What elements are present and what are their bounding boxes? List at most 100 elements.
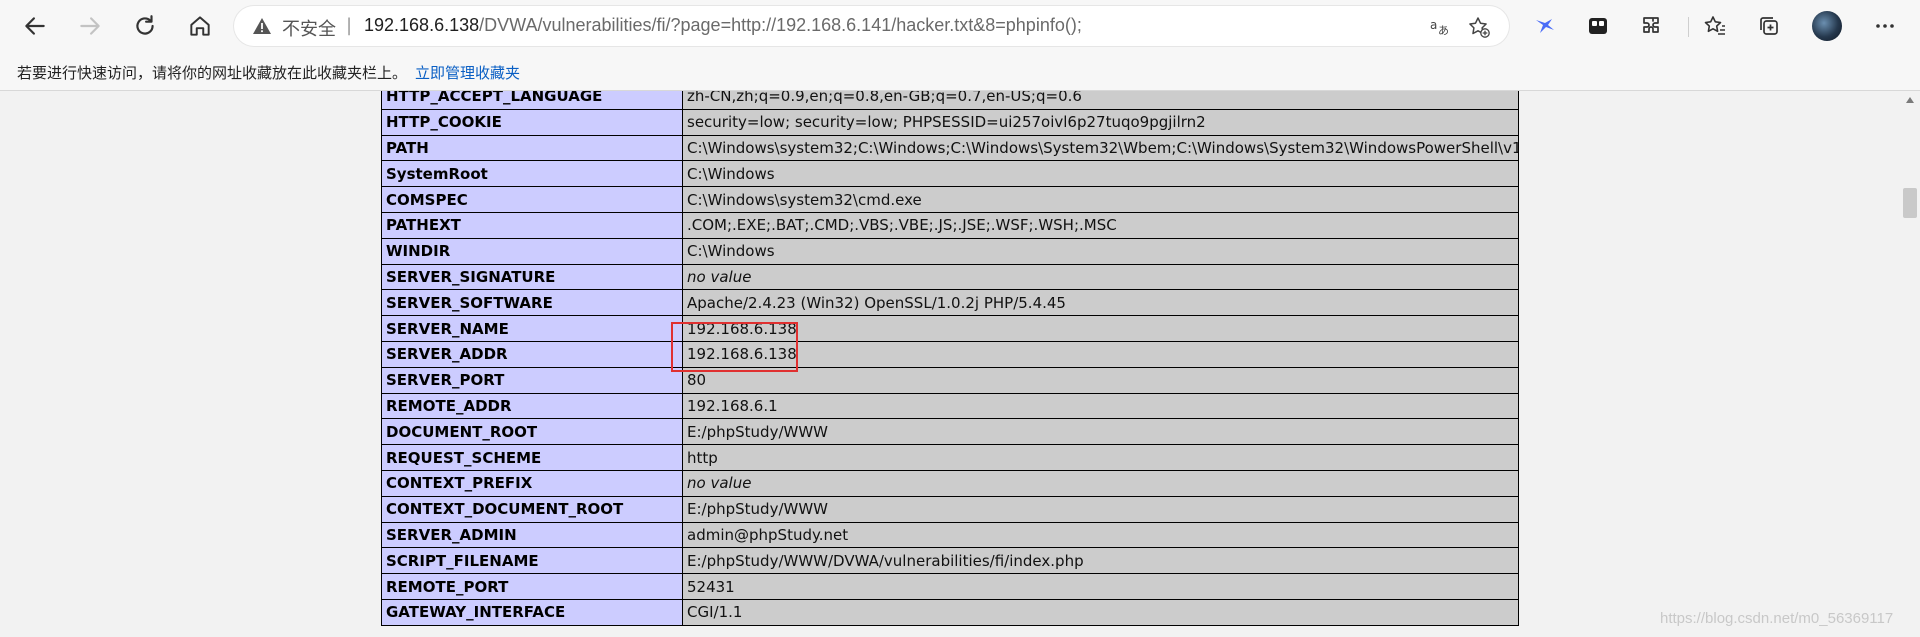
row-value: .COM;.EXE;.BAT;.CMD;.VBS;.VBE;.JS;.JSE;.…: [682, 211, 1519, 239]
row-key: SERVER_ADDR: [381, 340, 683, 368]
row-key: REMOTE_PORT: [381, 573, 683, 600]
table-row: CONTEXT_DOCUMENT_ROOT E:/phpStudy/WWW: [381, 495, 1519, 523]
extension-bird-icon: [1536, 19, 1554, 33]
row-value: 192.168.6.1: [682, 392, 1519, 420]
profile-avatar[interactable]: [1812, 11, 1842, 41]
row-value: E:/phpStudy/WWW: [682, 418, 1519, 446]
row-key: PATH: [381, 134, 683, 162]
back-button[interactable]: [17, 8, 53, 44]
table-row: COMSPEC C:\Windows\system32\cmd.exe: [381, 186, 1519, 213]
row-key: GATEWAY_INTERFACE: [381, 598, 683, 626]
forward-icon: [80, 17, 100, 35]
table-row: SERVER_SIGNATURE no value: [381, 263, 1519, 291]
row-key: CONTEXT_DOCUMENT_ROOT: [381, 495, 683, 523]
row-value: CGI/1.1: [682, 598, 1519, 626]
read-aloud-icon[interactable]: aあ: [1429, 16, 1451, 38]
row-key: SERVER_ADMIN: [381, 521, 683, 549]
row-value: 192.168.6.138: [682, 340, 1519, 368]
row-key: PATHEXT: [381, 211, 683, 239]
row-key: SERVER_NAME: [381, 315, 683, 342]
table-row: REMOTE_PORT 52431: [381, 573, 1519, 600]
table-row: WINDIR C:\Windows: [381, 237, 1519, 265]
row-key: SERVER_SOFTWARE: [381, 289, 683, 317]
address-separator: |: [346, 15, 353, 36]
row-key: HTTP_ACCEPT_LANGUAGE: [381, 91, 683, 110]
row-value: 192.168.6.138: [682, 315, 1519, 342]
home-icon: [190, 16, 210, 36]
row-value: admin@phpStudy.net: [682, 521, 1519, 549]
toolbar-divider: [1688, 17, 1689, 37]
vertical-scrollbar[interactable]: [1900, 91, 1920, 637]
row-key: COMSPEC: [381, 186, 683, 213]
row-value: C:\Windows\system32;C:\Windows;C:\Window…: [682, 134, 1519, 162]
extension-bird-button[interactable]: [1530, 11, 1560, 41]
row-value: zh-CN,zh;q=0.9,en;q=0.8,en-GB;q=0.7,en-U…: [682, 91, 1519, 110]
row-key: SystemRoot: [381, 160, 683, 188]
table-row: PATH C:\Windows\system32;C:\Windows;C:\Wi…: [381, 134, 1519, 162]
forward-button[interactable]: [72, 8, 108, 44]
table-row: HTTP_ACCEPT_LANGUAGE zh-CN,zh;q=0.9,en;q=…: [381, 91, 1519, 110]
url-text[interactable]: 192.168.6.138/DVWA/vulnerabilities/fi/?p…: [364, 15, 1082, 36]
extension-tab-icon: [1589, 18, 1607, 34]
table-row: GATEWAY_INTERFACE CGI/1.1: [381, 598, 1519, 626]
table-row: SERVER_SOFTWARE Apache/2.4.23 (Win32) Ope…: [381, 289, 1519, 317]
table-row: SystemRoot C:\Windows: [381, 160, 1519, 188]
collections-button[interactable]: [1754, 11, 1784, 41]
favorites-bar-message: 若要进行快速访问，请将你的网址收藏放在此收藏夹栏上。: [17, 64, 408, 82]
table-row: SERVER_PORT 80: [381, 366, 1519, 394]
add-favorite-icon[interactable]: [1467, 15, 1491, 39]
manage-favorites-link[interactable]: 立即管理收藏夹: [415, 62, 520, 83]
row-value: E:/phpStudy/WWW/DVWA/vulnerabilities/fi/…: [682, 547, 1519, 575]
row-key: REMOTE_ADDR: [381, 392, 683, 420]
scrollbar-thumb[interactable]: [1903, 188, 1917, 218]
row-key: HTTP_COOKIE: [381, 108, 683, 136]
row-key: CONTEXT_PREFIX: [381, 469, 683, 497]
table-row: SERVER_ADMIN admin@phpStudy.net: [381, 521, 1519, 549]
table-row: REQUEST_SCHEME http: [381, 444, 1519, 471]
row-value: C:\Windows: [682, 160, 1519, 188]
row-key: DOCUMENT_ROOT: [381, 418, 683, 446]
row-value: 80: [682, 366, 1519, 394]
svg-text:a: a: [1430, 18, 1437, 32]
watermark: https://blog.csdn.net/m0_56369117: [1660, 610, 1894, 627]
row-value: security=low; security=low; PHPSESSID=ui…: [682, 108, 1519, 136]
table-row: HTTP_COOKIE security=low; security=low; P…: [381, 108, 1519, 136]
row-value: no value: [682, 263, 1519, 291]
address-bar[interactable]: 不安全 | 192.168.6.138/DVWA/vulnerabilities…: [234, 6, 1509, 46]
table-row: SCRIPT_FILENAME E:/phpStudy/WWW/DVWA/vuln…: [381, 547, 1519, 575]
favorites-button[interactable]: [1700, 11, 1730, 41]
extensions-icon: [1643, 17, 1659, 33]
table-row: SERVER_ADDR 192.168.6.138: [381, 340, 1519, 368]
row-value: E:/phpStudy/WWW: [682, 495, 1519, 523]
refresh-icon: [136, 15, 154, 35]
favorites-icon: [1704, 16, 1725, 35]
table-row: PATHEXT .COM;.EXE;.BAT;.CMD;.VBS;.VBE;.JS…: [381, 211, 1519, 239]
browser-toolbar: 不安全 | 192.168.6.138/DVWA/vulnerabilities…: [0, 0, 1920, 53]
row-key: WINDIR: [381, 237, 683, 265]
warning-icon[interactable]: [252, 16, 272, 36]
scroll-up-icon[interactable]: [1906, 97, 1914, 103]
collections-icon: [1760, 17, 1778, 35]
row-value: Apache/2.4.23 (Win32) OpenSSL/1.0.2j PHP…: [682, 289, 1519, 317]
extensions-button[interactable]: [1637, 11, 1667, 41]
extension-tab-button[interactable]: [1583, 11, 1613, 41]
url-path: /DVWA/vulnerabilities/fi/?page=http://19…: [479, 15, 1082, 35]
row-value: http: [682, 444, 1519, 471]
favorites-bar: 若要进行快速访问，请将你的网址收藏放在此收藏夹栏上。 立即管理收藏夹: [0, 53, 1920, 91]
security-label[interactable]: 不安全: [282, 15, 336, 41]
row-key: SERVER_PORT: [381, 366, 683, 394]
row-value: C:\Windows: [682, 237, 1519, 265]
svg-text:あ: あ: [1438, 24, 1449, 37]
row-value: 52431: [682, 573, 1519, 600]
home-button[interactable]: [182, 8, 218, 44]
more-button[interactable]: [1870, 11, 1900, 41]
url-host: 192.168.6.138: [364, 15, 480, 35]
page-content: HTTP_ACCEPT_LANGUAGE zh-CN,zh;q=0.9,en;q=…: [0, 91, 1900, 637]
table-row: REMOTE_ADDR 192.168.6.1: [381, 392, 1519, 420]
table-row: SERVER_NAME 192.168.6.138: [381, 315, 1519, 342]
table-row: DOCUMENT_ROOT E:/phpStudy/WWW: [381, 418, 1519, 446]
refresh-button[interactable]: [127, 8, 163, 44]
phpinfo-environment-table: HTTP_ACCEPT_LANGUAGE zh-CN,zh;q=0.9,en;q=…: [381, 91, 1519, 626]
row-value: no value: [682, 469, 1519, 497]
table-row: CONTEXT_PREFIX no value: [381, 469, 1519, 497]
